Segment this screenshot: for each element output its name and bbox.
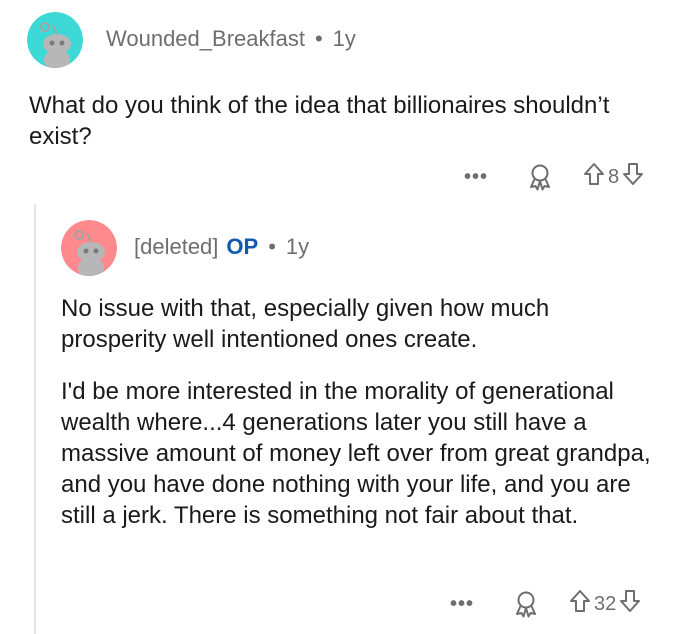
separator-dot: • [268, 234, 276, 259]
award-icon[interactable] [528, 164, 552, 191]
comment-meta: Wounded_Breakfast • 1y [106, 26, 356, 52]
avatar[interactable] [27, 12, 83, 68]
comment-age: 1y [285, 234, 310, 259]
more-options-icon[interactable]: ••• [450, 594, 474, 614]
downvote-arrow-icon[interactable] [623, 163, 644, 191]
comment-actions: ••• 32 [450, 590, 641, 618]
comment-meta: [deleted] OP • 1y [134, 234, 309, 260]
vote-controls: 32 [570, 590, 641, 618]
thread-line[interactable] [34, 204, 36, 634]
snoo-avatar-icon [27, 12, 83, 68]
username[interactable]: [deleted] [134, 234, 218, 260]
comment-paragraph: I'd be more interested in the morality o… [61, 378, 651, 529]
avatar[interactable] [61, 220, 117, 276]
op-badge: OP [226, 234, 259, 259]
award-icon[interactable] [514, 591, 538, 618]
comment-actions: ••• 8 [464, 163, 644, 191]
vote-count: 8 [608, 165, 620, 188]
snoo-avatar-icon [61, 220, 117, 276]
vote-count: 32 [594, 592, 617, 615]
more-options-icon[interactable]: ••• [464, 167, 488, 187]
comment-age: 1y [332, 26, 356, 51]
comment-paragraph: What do you think of the idea that billi… [29, 92, 610, 150]
separator-dot: • [314, 26, 323, 51]
comment-paragraph: No issue with that, especially given how… [61, 295, 550, 353]
vote-controls: 8 [584, 163, 644, 191]
upvote-arrow-icon[interactable] [584, 163, 605, 191]
username[interactable]: Wounded_Breakfast [106, 26, 305, 52]
downvote-arrow-icon[interactable] [620, 590, 641, 618]
upvote-arrow-icon[interactable] [570, 590, 591, 618]
comment-body: No issue with that, especially given how… [61, 293, 661, 531]
comment-body: What do you think of the idea that billi… [29, 90, 629, 152]
